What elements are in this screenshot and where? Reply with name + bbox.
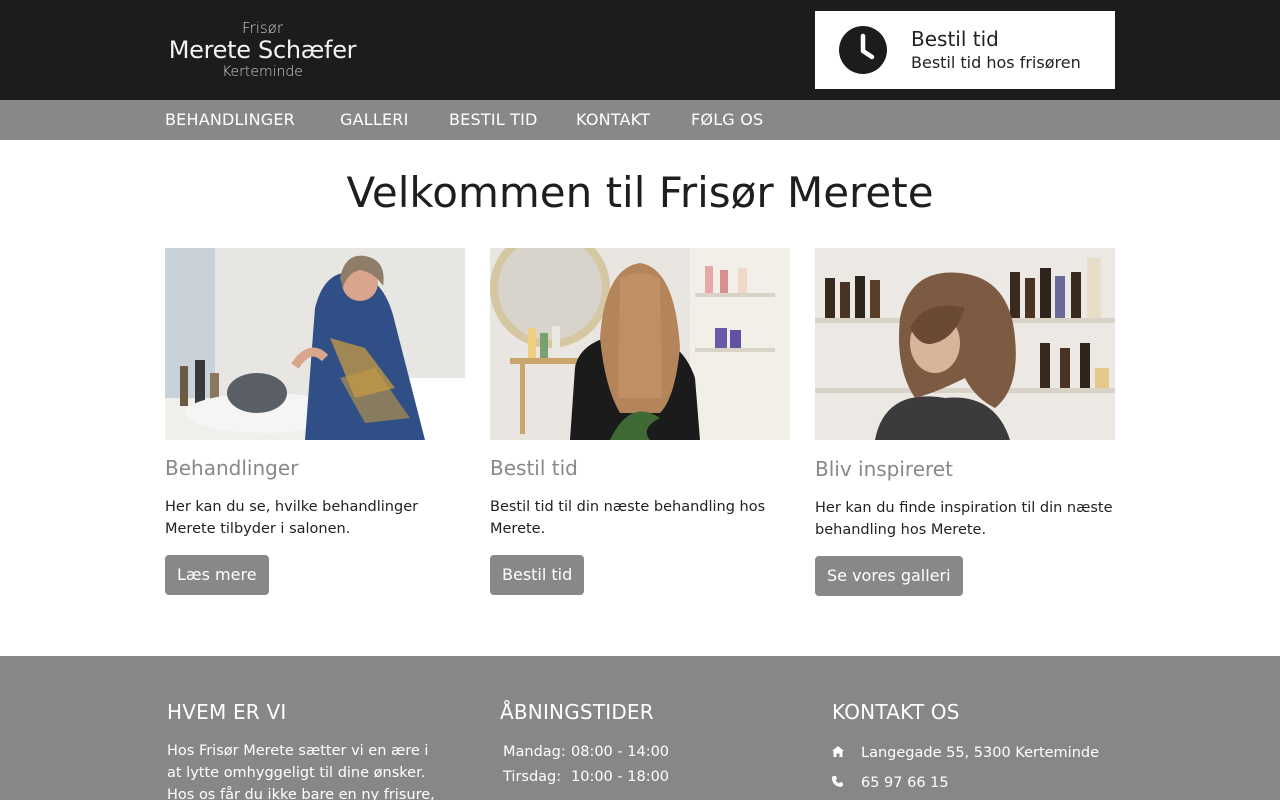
read-more-button[interactable]: Læs mere [165, 555, 269, 595]
hours-heading: ÅBNINGSTIDER [500, 700, 654, 724]
card-title: Behandlinger [165, 456, 299, 480]
hours-day: Mandag: [503, 744, 566, 760]
phone-icon [832, 776, 861, 790]
hours-row: Tirsdag: 10:00 - 18:00 [503, 769, 669, 785]
nav-item-folg-os[interactable]: FØLG OS [691, 110, 763, 129]
hours-day: Tirsdag: [503, 769, 562, 785]
logo-line-1: Frisør [241, 19, 284, 37]
site-header: Frisør Merete Schæfer Kerteminde Bestil … [0, 0, 1280, 100]
about-text: Hos Frisør Merete sætter vi en ære i at … [167, 743, 435, 800]
salon-chair-photo [490, 248, 790, 440]
nav-item-bestil-tid[interactable]: BESTIL TID [449, 110, 538, 129]
clock-icon [839, 26, 887, 74]
about-heading: HVEM ER VI [167, 700, 287, 724]
card-text: Her kan du se, hvilke behandlinger Meret… [165, 499, 419, 537]
site-footer: HVEM ER VI Hos Frisør Merete sætter vi e… [0, 656, 1280, 800]
hours-time: 10:00 - 18:00 [571, 769, 670, 785]
booking-title: Bestil tid [911, 27, 999, 51]
nav-item-galleri[interactable]: GALLERI [340, 110, 409, 129]
card-text: Her kan du finde inspiration til din næs… [815, 500, 1113, 538]
curly-hair-photo [815, 248, 1115, 440]
main-nav: BEHANDLINGER GALLERI BESTIL TID KONTAKT … [0, 100, 1280, 140]
hours-row: Mandag: 08:00 - 14:00 [503, 744, 669, 760]
card-title: Bestil tid [490, 456, 578, 480]
gallery-button[interactable]: Se vores galleri [815, 556, 963, 596]
nav-item-behandlinger[interactable]: BEHANDLINGER [165, 110, 295, 129]
card-title: Bliv inspireret [815, 457, 953, 481]
page-title: Velkommen til Frisør Merete [346, 168, 934, 217]
home-icon [832, 746, 861, 760]
booking-subtitle: Bestil tid hos frisøren [911, 53, 1081, 72]
booking-box[interactable]: Bestil tid Bestil tid hos frisøren [815, 11, 1115, 89]
nav-item-kontakt[interactable]: KONTAKT [576, 110, 650, 129]
hours-time: 08:00 - 14:00 [571, 744, 670, 760]
logo-line-2: Merete Schæfer [168, 36, 357, 64]
contact-address: Langegade 55, 5300 Kerteminde [861, 745, 1100, 761]
contact-phone-row: 65 97 66 15 [832, 775, 949, 791]
contact-phone[interactable]: 65 97 66 15 [861, 775, 949, 791]
card-text: Bestil tid til din næste behandling hos … [490, 499, 766, 537]
contact-address-row: Langegade 55, 5300 Kerteminde [832, 745, 1099, 761]
salon-wash-photo [165, 248, 465, 440]
book-time-button[interactable]: Bestil tid [490, 555, 585, 595]
contact-heading: KONTAKT OS [832, 700, 960, 724]
logo-line-3: Kerteminde [222, 64, 303, 80]
logo[interactable]: Frisør Merete Schæfer Kerteminde [165, 20, 360, 82]
